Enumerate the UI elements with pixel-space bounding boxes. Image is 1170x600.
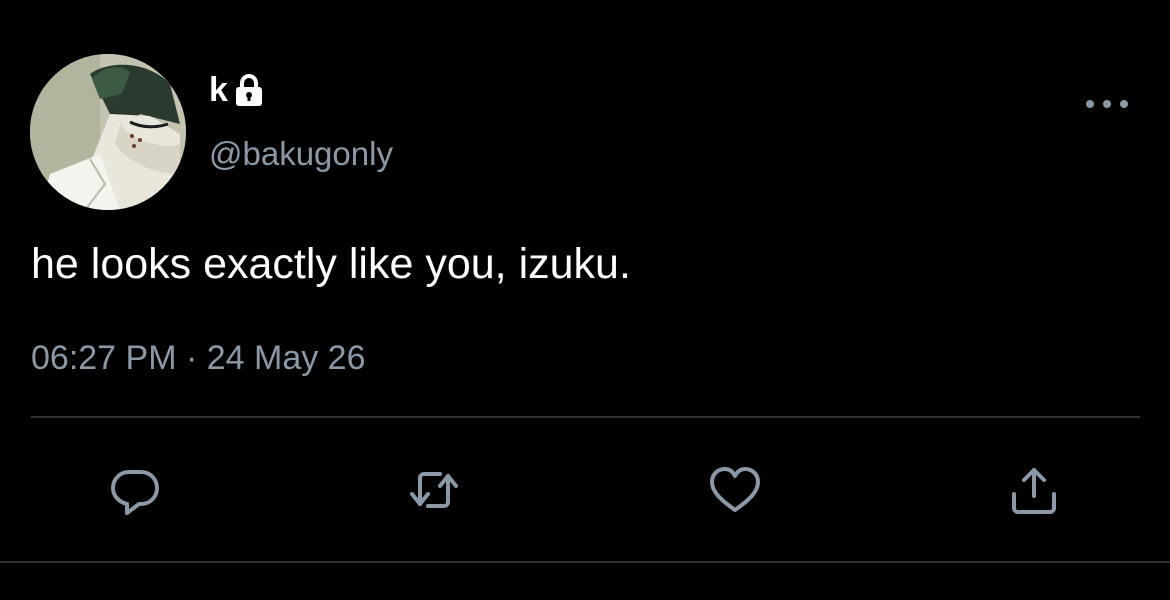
user-handle[interactable]: @bakugonly	[209, 134, 393, 174]
name-row: k	[209, 70, 264, 110]
avatar-image	[30, 54, 186, 210]
heart-icon	[710, 467, 760, 512]
share-icon	[1012, 468, 1056, 514]
tweet-text: he looks exactly like you, izuku.	[31, 240, 631, 288]
reply-button[interactable]	[105, 460, 165, 520]
retweet-button[interactable]	[404, 460, 464, 520]
more-dot	[1120, 100, 1128, 108]
divider	[31, 416, 1140, 418]
retweet-icon	[410, 472, 458, 508]
reply-icon	[111, 470, 159, 515]
like-button[interactable]	[705, 460, 765, 520]
share-button[interactable]	[1004, 460, 1064, 520]
bottom-divider	[0, 561, 1170, 563]
action-bar	[0, 460, 1170, 520]
tweet-card: k @bakugonly he looks exactly like you, …	[0, 0, 1170, 600]
display-name[interactable]: k	[209, 70, 228, 110]
lock-icon	[235, 74, 262, 106]
tweet-timestamp[interactable]: 06:27 PM · 24 May 26	[31, 336, 366, 380]
avatar[interactable]	[30, 54, 186, 210]
more-icon[interactable]	[1086, 92, 1128, 116]
more-dot	[1103, 100, 1111, 108]
more-dot	[1086, 100, 1094, 108]
